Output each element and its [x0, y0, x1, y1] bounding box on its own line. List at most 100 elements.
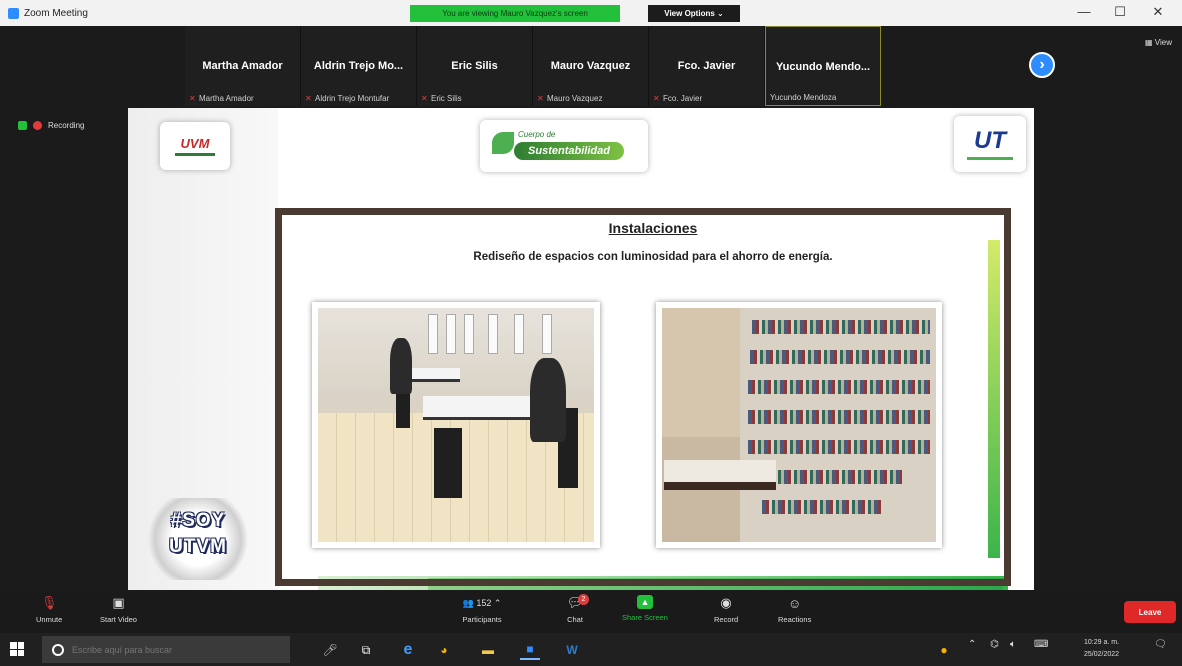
next-page-arrow-icon[interactable]: › [1029, 52, 1055, 78]
sustentabilidad-logo: Cuerpo de Sustentabilidad [480, 120, 648, 172]
uvm-logo-bar [175, 153, 215, 156]
participant-tile[interactable]: Mauro Vazquez ✕ Mauro Vazquez [533, 26, 649, 106]
study-room-photo-image [318, 308, 594, 542]
badge-line-1: #SOY [170, 510, 226, 531]
tray-chevron-up-icon[interactable]: ⌃ [968, 639, 976, 650]
chat-label: Chat [567, 615, 583, 624]
record-icon: ◉ [720, 595, 732, 610]
reactions-button[interactable]: ☺ Reactions [778, 595, 812, 625]
participant-name: Martha Amador [199, 94, 254, 103]
shared-screen-slide: UVM Cuerpo de Sustentabilidad UT Instala… [128, 108, 1034, 590]
library-photo-image [662, 308, 936, 542]
participant-name-row: ✕ Martha Amador [189, 94, 298, 103]
notification-icon[interactable]: 🗨︎ [1154, 639, 1167, 650]
word-taskbar-icon[interactable]: W [562, 640, 582, 660]
taskbar-search-input[interactable] [72, 644, 272, 655]
participant-display-name: Eric Silis [451, 60, 498, 72]
task-view-icon[interactable]: ⧉ [356, 640, 376, 660]
participant-name: Mauro Vazquez [547, 94, 603, 103]
participant-tile[interactable]: Fco. Javier ✕ Fco. Javier [649, 26, 765, 106]
photo-books [750, 350, 930, 364]
edge-browser-icon[interactable]: e [398, 640, 418, 660]
zoom-app-icon [8, 7, 19, 19]
logo-center-top-text: Cuerpo de [518, 130, 556, 139]
minimize-button[interactable]: — [1072, 4, 1096, 19]
view-button-label: View [1154, 38, 1172, 47]
photo-books [748, 410, 930, 424]
file-explorer-icon[interactable]: ▬ [478, 640, 498, 660]
share-screen-button[interactable]: ▲ Share Screen [622, 595, 668, 622]
photo-books [762, 500, 882, 514]
microphone-icon[interactable]: 🎤︎ [320, 640, 340, 660]
participant-tile[interactable]: Eric Silis ✕ Eric Silis [417, 26, 533, 106]
photo-books [748, 380, 930, 394]
recording-label: Recording [48, 121, 85, 130]
reactions-smile-icon: ☺ [788, 595, 802, 611]
photo-chair [396, 388, 410, 428]
maximize-button[interactable]: ☐ [1108, 4, 1132, 20]
ut-logo-text: UT [974, 126, 1006, 154]
photo-books [748, 440, 930, 454]
chat-button[interactable]: 💬︎ 2 Chat [566, 594, 589, 624]
participant-name: Eric Silis [431, 94, 462, 103]
photo-window [488, 314, 498, 354]
photo-window [446, 314, 456, 354]
participants-icon: 👥 152 ⌃ [462, 597, 502, 609]
start-video-button[interactable]: ▣ Start Video [100, 595, 137, 624]
unmute-button[interactable]: 🎙︎ Unmute [36, 595, 62, 624]
participant-tile[interactable]: Aldrin Trejo Mo... ✕ Aldrin Trejo Montufa… [301, 26, 417, 106]
mic-muted-icon: 🎙︎ [40, 595, 58, 610]
view-button[interactable]: ▦ View [1145, 38, 1172, 47]
badge-line-2: UTVM [169, 536, 227, 557]
reactions-label: Reactions [778, 615, 812, 624]
uvm-logo: UVM [160, 122, 230, 170]
chrome-browser-icon[interactable]: ◕ [434, 640, 454, 660]
participant-display-name: Aldrin Trejo Mo... [313, 60, 404, 72]
photo-window [428, 314, 438, 354]
unmute-label: Unmute [36, 615, 63, 624]
participant-display-name: Mauro Vazquez [550, 60, 631, 72]
network-icon[interactable]: ⌬ [990, 639, 999, 650]
taskbar-search[interactable] [42, 636, 290, 663]
soy-utvm-badge: #SOY UTVM [142, 498, 254, 580]
view-options-button[interactable]: View Options ⌄ [648, 5, 740, 22]
library-photo [656, 302, 942, 548]
close-button[interactable]: ✕ [1146, 4, 1170, 20]
taskbar-clock[interactable]: 10:29 a. m. 25/02/2022 [1084, 637, 1119, 661]
participant-name-row: ✕ Mauro Vazquez [537, 94, 646, 103]
mic-muted-icon: ✕ [189, 94, 196, 103]
security-shield-icon[interactable] [18, 121, 27, 130]
avast-tray-icon[interactable]: ● [934, 640, 954, 660]
photo-books [752, 320, 930, 334]
volume-icon[interactable]: 🔈︎ [1010, 639, 1016, 650]
title-bar: Zoom Meeting You are viewing Mauro Vazqu… [0, 0, 1182, 26]
share-screen-label: Share Screen [622, 613, 668, 622]
record-button[interactable]: ◉ Record [714, 595, 738, 624]
photo-window [514, 314, 524, 354]
photo-table [423, 396, 543, 420]
logo-center-main-text: Sustentabilidad [514, 142, 624, 160]
green-accent-right [988, 240, 1000, 558]
participant-count: 152 [476, 598, 492, 608]
meeting-area: Martha Amador ✕ Martha Amador Aldrin Trej… [0, 26, 1182, 591]
leave-button[interactable]: Leave [1124, 601, 1176, 623]
zoom-taskbar-icon[interactable]: ■ [520, 640, 540, 660]
window-title: Zoom Meeting [24, 7, 88, 19]
participant-name-row: ✕ Fco. Javier [653, 94, 762, 103]
video-off-icon: ▣ [112, 595, 125, 610]
participants-button[interactable]: 👥 152 ⌃ Participants [460, 595, 504, 625]
participant-display-name: Yucundo Mendo... [775, 61, 871, 73]
keyboard-icon[interactable]: ⌨ [1034, 639, 1048, 650]
participant-tile-active-speaker[interactable]: Yucundo Mendo... Yucundo Mendoza [765, 26, 881, 106]
photo-chair [434, 428, 462, 498]
record-label: Record [714, 615, 739, 624]
participant-display-name: Fco. Javier [677, 60, 736, 72]
participant-name: Yucundo Mendoza [770, 93, 837, 102]
participant-name-row: ✕ Aldrin Trejo Montufar [305, 94, 414, 103]
windows-start-icon[interactable] [10, 642, 24, 656]
participant-tile[interactable]: Martha Amador ✕ Martha Amador [185, 26, 301, 106]
status-row: Recording [18, 121, 84, 130]
participants-label: Participants [462, 615, 502, 624]
participant-strip: Martha Amador ✕ Martha Amador Aldrin Trej… [185, 26, 881, 106]
participant-display-name: Martha Amador [202, 60, 283, 72]
